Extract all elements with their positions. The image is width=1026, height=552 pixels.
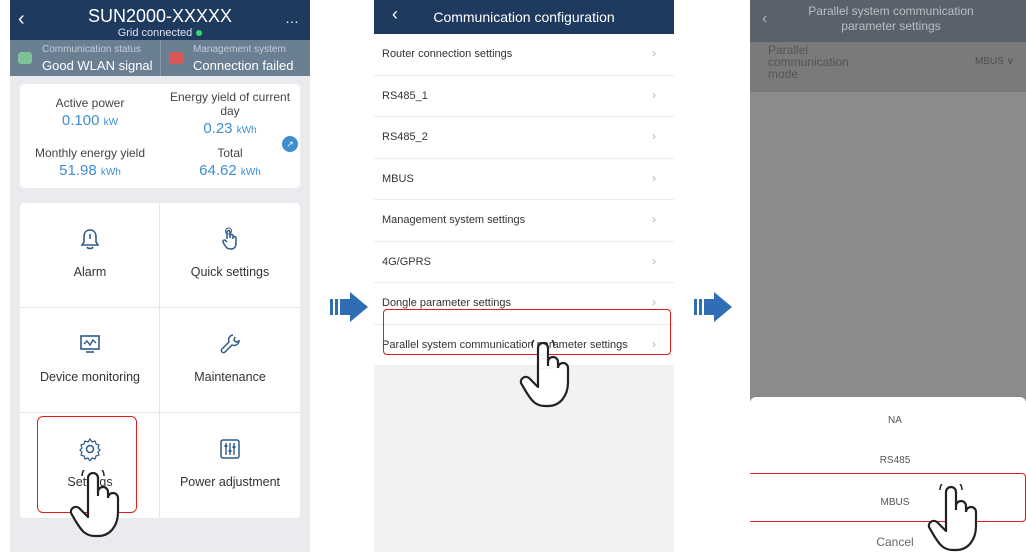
- menu-item-rs485-1[interactable]: RS485_1 ›: [374, 76, 674, 117]
- total-energy-yield: Total 64.62 kWh: [160, 146, 300, 179]
- menu-item-label: RS485_1: [382, 89, 428, 102]
- tile-maintenance-label: Maintenance: [194, 370, 266, 384]
- monthly-energy-label: Monthly energy yield: [34, 146, 146, 160]
- field-label: Parallel communication mode: [768, 43, 849, 81]
- phone-parallel-system-settings: ‹ Parallel system communication paramete…: [750, 0, 1026, 552]
- more-icon[interactable]: …: [285, 10, 300, 26]
- app-header: ‹ Communication configuration: [374, 0, 674, 34]
- page-title: Parallel system communication parameter …: [808, 4, 974, 33]
- tap-hand-icon: [927, 484, 978, 552]
- wlan-icon: [18, 52, 32, 64]
- communication-status[interactable]: Communication status Good WLAN signal: [10, 40, 160, 76]
- field-value-text: MBUS: [974, 56, 1004, 67]
- chevron-right-icon: ›: [652, 253, 656, 268]
- grid-status: Grid connected: [60, 27, 260, 39]
- phone-communication-configuration: ‹ Communication configuration Router con…: [374, 0, 674, 552]
- phone-home-screen: ‹ SUN2000-XXXXX Grid connected … Communi…: [10, 0, 310, 552]
- tile-alarm[interactable]: Alarm: [20, 203, 160, 308]
- management-system-label: Management system: [193, 44, 286, 55]
- page-title: Communication configuration: [433, 9, 615, 25]
- sliders-icon: [218, 437, 242, 461]
- chevron-right-icon: ›: [652, 46, 656, 60]
- back-icon[interactable]: ‹: [392, 4, 398, 25]
- status-bar: Communication status Good WLAN signal Ma…: [10, 40, 310, 76]
- menu-item-rs485-2[interactable]: RS485_2 ›: [374, 117, 674, 159]
- daily-energy-value: 0.23: [203, 120, 233, 137]
- chevron-right-icon: ›: [652, 170, 656, 185]
- alarm-bell-icon: [78, 227, 102, 251]
- communication-status-label: Communication status: [42, 44, 141, 55]
- menu-item-label: MBUS: [382, 172, 414, 185]
- menu-item-label: Management system settings: [382, 214, 526, 226]
- menu-item-management-system[interactable]: Management system settings ›: [374, 200, 674, 242]
- back-icon[interactable]: ‹: [18, 8, 38, 30]
- menu-item-mbus[interactable]: MBUS ›: [374, 159, 674, 200]
- menu-item-label: 4G/GPRS: [382, 255, 431, 268]
- tile-device-monitoring-label: Device monitoring: [39, 370, 141, 384]
- energy-summary-card: Active power 0.100 kW Energy yield of cu…: [20, 84, 300, 188]
- menu-item-label: Router connection settings: [382, 48, 513, 60]
- active-power-label: Active power: [55, 96, 125, 110]
- wrench-icon: [218, 332, 242, 356]
- chevron-right-icon: ›: [652, 87, 656, 102]
- active-power: Active power 0.100 kW: [20, 96, 160, 129]
- tap-hand-icon: [69, 470, 120, 538]
- status-dot-icon: [196, 30, 203, 37]
- tile-maintenance[interactable]: Maintenance: [160, 308, 300, 413]
- chevron-down-icon: ∨: [1006, 56, 1014, 67]
- menu-item-4g-gprs[interactable]: 4G/GPRS ›: [374, 242, 674, 283]
- total-energy-unit: kWh: [240, 167, 261, 178]
- active-power-unit: kW: [103, 117, 119, 128]
- management-error-icon: [169, 52, 183, 64]
- menu-item-router-connection[interactable]: Router connection settings ›: [374, 34, 674, 76]
- flow-arrow-icon: [694, 292, 732, 322]
- tile-alarm-label: Alarm: [73, 265, 107, 279]
- total-energy-label: Total: [217, 146, 243, 160]
- grid-status-text: Grid connected: [117, 27, 193, 39]
- chevron-right-icon: ›: [652, 295, 656, 309]
- tile-power-adjustment-label: Power adjustment: [179, 475, 281, 489]
- daily-energy-unit: kWh: [236, 125, 257, 136]
- management-system-value: Connection failed: [193, 58, 294, 73]
- active-power-value: 0.100: [61, 112, 100, 129]
- mbus-highlight-box: [750, 473, 1026, 522]
- cancel-button[interactable]: Cancel: [764, 522, 1026, 552]
- monthly-energy-unit: kWh: [100, 167, 121, 178]
- back-icon[interactable]: ‹: [762, 10, 767, 28]
- communication-status-value: Good WLAN signal: [42, 58, 153, 73]
- flow-arrow-icon: [330, 292, 368, 322]
- option-na[interactable]: NA: [764, 401, 1026, 441]
- daily-energy-yield: Energy yield of current day 0.23 kWh: [160, 90, 300, 137]
- tile-quick-settings[interactable]: Quick settings: [160, 203, 300, 308]
- parallel-communication-mode-row[interactable]: Parallel communication mode MBUS ∨: [750, 42, 1026, 92]
- monthly-energy-value: 51.98: [59, 162, 97, 179]
- chevron-right-icon: ›: [652, 212, 656, 226]
- tap-hand-icon: [519, 340, 570, 408]
- menu-item-label: Dongle parameter settings: [382, 297, 512, 309]
- daily-energy-label: Energy yield of current day: [169, 90, 291, 118]
- tile-quick-settings-label: Quick settings: [190, 265, 270, 279]
- tile-power-adjustment[interactable]: Power adjustment: [160, 413, 300, 518]
- device-title: SUN2000-XXXXX: [87, 6, 233, 26]
- tile-device-monitoring[interactable]: Device monitoring: [20, 308, 160, 413]
- app-header: ‹ Parallel system communication paramete…: [750, 0, 1026, 42]
- field-value: MBUS ∨: [975, 56, 1014, 67]
- chevron-right-icon: ›: [652, 129, 656, 143]
- total-energy-value: 64.62: [199, 162, 237, 179]
- menu-item-label: RS485_2: [382, 131, 428, 143]
- management-system-status[interactable]: Management system Connection failed: [160, 40, 310, 76]
- monthly-energy-yield: Monthly energy yield 51.98 kWh: [20, 146, 160, 179]
- monitor-chart-icon: [78, 332, 102, 356]
- hand-pointer-icon: [218, 227, 242, 251]
